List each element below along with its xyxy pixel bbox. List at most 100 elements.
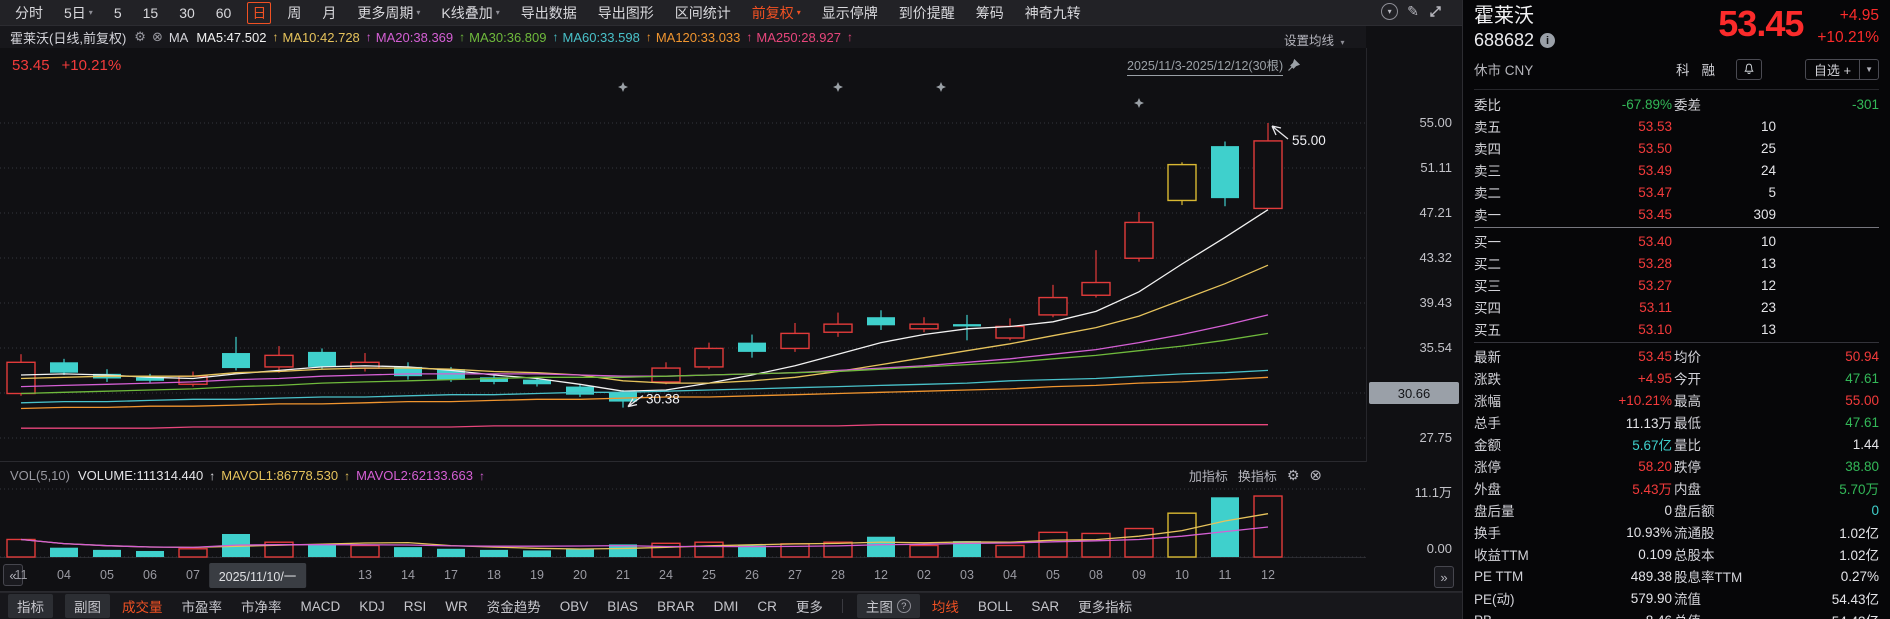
ask-row: 卖五 53.53 10 — [1474, 115, 1879, 137]
ma-close-icon[interactable]: ⊗ — [152, 29, 163, 45]
tab-BRAR[interactable]: BRAR — [657, 599, 695, 614]
info-icon[interactable]: i — [1540, 33, 1556, 48]
tab-OBV[interactable]: OBV — [560, 599, 589, 614]
ask-volume: 309 — [1753, 206, 1776, 222]
event-marker-icon[interactable] — [618, 82, 628, 92]
trend-up-icon: ↑ — [459, 30, 466, 44]
toolbar-item-筹码[interactable]: 筹码 — [971, 2, 1009, 24]
draw-pencil-icon[interactable]: ✎ — [1407, 3, 1419, 20]
stat-row: 最新 53.45 均价 50.94 — [1474, 345, 1879, 367]
stat-row: 盘后量 0 盘后额 0 — [1474, 499, 1879, 521]
help-icon[interactable]: ? — [896, 599, 911, 613]
tab-更多指标[interactable]: 更多指标 — [1078, 596, 1132, 616]
toolbar-item-导出数据[interactable]: 导出数据 — [516, 2, 582, 24]
toolbar-item-到价提醒[interactable]: 到价提醒 — [894, 2, 960, 24]
tab-SAR[interactable]: SAR — [1031, 599, 1059, 614]
toolbar-item-导出图形[interactable]: 导出图形 — [593, 2, 659, 24]
tab-市净率[interactable]: 市净率 — [241, 596, 282, 616]
candlestick-chart[interactable]: 55.00 30.38 — [0, 48, 1366, 462]
tab-BOLL[interactable]: BOLL — [978, 599, 1013, 614]
chevron-down-icon: ▾ — [416, 8, 421, 17]
vol-value-VOLUME: VOLUME:111314.440 — [77, 467, 204, 483]
ask-price: 53.47 — [1638, 184, 1672, 200]
toolbar-item-更多周期[interactable]: 更多周期 ▾ — [352, 2, 425, 24]
stat-value: 0.109 — [1638, 546, 1672, 562]
indicator-tabbar: 指标 副图 成交量 市盈率 市净率 MACD KDJ RSI WR 资金趋势 OBV BIAS BRAR… — [0, 592, 1462, 619]
trend-up-icon: ↑ — [209, 468, 216, 483]
tab-button-副图[interactable]: 副图 — [65, 594, 110, 618]
ma-value-MA20: MA20:38.369 — [375, 29, 454, 45]
add-indicator-link[interactable]: 加指标 — [1189, 466, 1228, 485]
price-change-pct: +10.21% — [1817, 29, 1879, 46]
stat-label: 量比 — [1674, 438, 1701, 453]
toolbar-item-前复权[interactable]: 前复权 ▾ — [747, 2, 806, 24]
stock-code: 688682 — [1474, 30, 1535, 50]
chevron-down-icon: ▾ — [495, 8, 500, 17]
bid-volume: 13 — [1760, 321, 1776, 337]
tab-更多[interactable]: 更多 — [796, 596, 823, 616]
tab-均线[interactable]: 均线 — [932, 596, 959, 616]
ask-label: 卖三 — [1474, 164, 1501, 179]
tab-DMI[interactable]: DMI — [714, 599, 739, 614]
tab-BIAS[interactable]: BIAS — [607, 599, 638, 614]
vol-close-icon[interactable]: ⊗ — [1309, 466, 1322, 484]
ma-settings-link[interactable]: 设置均线 ▾ — [1284, 30, 1345, 49]
add-watchlist-button[interactable]: 自选 + ▼ — [1804, 58, 1879, 80]
fullscreen-icon[interactable] — [1428, 4, 1443, 19]
toolbar-item-30[interactable]: 30 — [174, 4, 200, 22]
event-marker-icon[interactable] — [1134, 98, 1144, 108]
toolbar-item-神奇九转[interactable]: 神奇九转 — [1020, 2, 1086, 24]
quote-panel: 霍莱沃 688682 i 53.45 +4.95 +10.21% 休市 CNY … — [1462, 0, 1890, 619]
stat-value: 50.94 — [1845, 348, 1879, 364]
date-tick-11/14: 14 — [401, 568, 415, 582]
bid-row: 买四 53.11 23 — [1474, 296, 1879, 318]
tab-RSI[interactable]: RSI — [404, 599, 427, 614]
bid-volume: 23 — [1760, 299, 1776, 315]
tab-市盈率[interactable]: 市盈率 — [182, 596, 223, 616]
tab-资金趋势[interactable]: 资金趋势 — [487, 596, 541, 616]
wb-label: 委比 — [1474, 98, 1501, 113]
toolbar-item-周[interactable]: 周 — [282, 2, 306, 24]
bid-price: 53.40 — [1638, 233, 1672, 249]
toolbar-item-日[interactable]: 日 — [247, 1, 272, 24]
tab-主图[interactable]: 主图? — [856, 594, 920, 618]
stock-terminal: 分时 5日 ▾ 5 15 30 60 日周月更多周期 ▾ K线叠加 ▾ 导出数据 导出图形 区间统计 前复权… — [0, 0, 1890, 619]
tab-KDJ[interactable]: KDJ — [359, 599, 385, 614]
watchlist-dropdown-icon[interactable]: ▼ — [1859, 59, 1878, 79]
vol-settings-gear-icon[interactable]: ⚙ — [1287, 467, 1300, 484]
ma-value-MA5: MA5:47.502 — [196, 29, 267, 45]
switch-indicator-link[interactable]: 换指标 — [1238, 466, 1277, 485]
toolbar-item-分时[interactable]: 分时 — [10, 2, 48, 24]
tab-成交量[interactable]: 成交量 — [122, 596, 163, 616]
tab-button-指标[interactable]: 指标 — [8, 594, 53, 618]
toolbar-item-K线叠加[interactable]: K线叠加 ▾ — [436, 2, 504, 24]
toolbar-item-区间统计[interactable]: 区间统计 — [670, 2, 736, 24]
tab-MACD[interactable]: MACD — [301, 599, 341, 614]
scroll-right-button[interactable]: » — [1434, 566, 1454, 588]
toolbar-item-5日[interactable]: 5日 ▾ — [59, 2, 98, 24]
bid-volume: 13 — [1760, 255, 1776, 271]
trend-up-icon: ↑ — [344, 468, 351, 483]
date-axis: « » 11 04 05 06 07 13 14 17 18 19 20 21 24 25 26 27 28 12… — [0, 559, 1462, 592]
stat-value: 5.43万 — [1632, 482, 1672, 497]
date-tick-11/03: 11 — [14, 568, 28, 582]
stat-label: 盘后额 — [1674, 504, 1715, 519]
collapse-circle-icon[interactable]: ▾ — [1381, 3, 1399, 20]
tab-CR[interactable]: CR — [757, 599, 777, 614]
ask-volume: 25 — [1760, 140, 1776, 156]
stat-value: 5.67亿 — [1632, 438, 1672, 453]
ma-settings-gear-icon[interactable]: ⚙ — [134, 29, 146, 45]
toolbar-item-60[interactable]: 60 — [211, 4, 237, 22]
toolbar-item-5[interactable]: 5 — [109, 4, 127, 22]
toolbar-item-15[interactable]: 15 — [138, 4, 164, 22]
event-marker-icon[interactable] — [936, 82, 946, 92]
event-marker-icon[interactable] — [833, 82, 843, 92]
stat-label: 最低 — [1674, 416, 1701, 431]
volume-chart[interactable] — [0, 488, 1366, 558]
date-tick-11/18: 18 — [487, 568, 501, 582]
toolbar-item-月[interactable]: 月 — [317, 2, 341, 24]
last-price: 53.45 — [1718, 3, 1804, 44]
toolbar-item-显示停牌[interactable]: 显示停牌 — [817, 2, 883, 24]
alert-bell-button[interactable] — [1736, 58, 1762, 80]
tab-WR[interactable]: WR — [445, 599, 468, 614]
